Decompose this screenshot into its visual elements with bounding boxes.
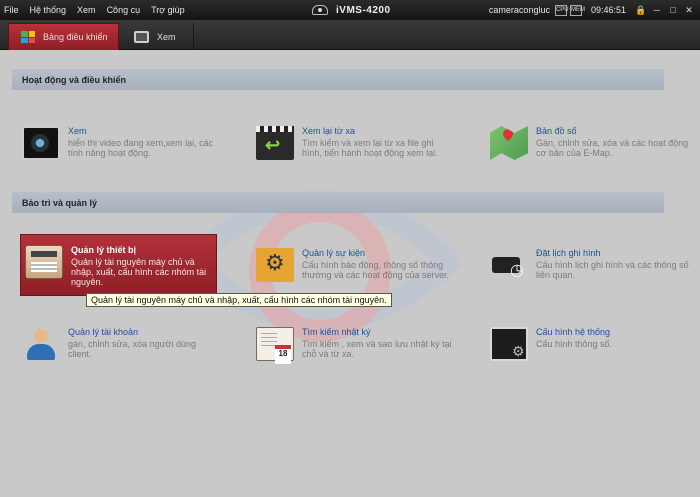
item-desc: Tìm kiếm , xem và sao lưu nhật ký tại ch… [302,339,452,359]
section-header-operation: Hoạt động và điều khiển [12,69,664,90]
camera-logo-icon [312,5,328,15]
tab-view[interactable]: Xem [122,23,194,50]
emap-icon [490,126,528,160]
event-management-icon [256,248,294,282]
menu-help[interactable]: Trợ giúp [151,5,185,15]
current-user: cameracongluc [488,5,550,15]
item-desc: Gán, chỉnh sửa, xóa và các hoạt động cơ … [536,138,689,158]
item-title: Tìm kiếm nhật ký [302,327,371,337]
item-title: Xem lại từ xa [302,126,356,136]
item-device-management[interactable]: Quản lý thiết bị Quản lý tài nguyên máy … [20,234,217,296]
cpu-status-icon: CPU [554,4,569,16]
item-remote-playback[interactable]: Xem lại từ xa Tìm kiếm và xem lại từ xa … [256,126,456,160]
item-desc: gán, chỉnh sửa, xóa người dùng client. [68,339,197,359]
item-desc: Cấu hình lịch ghi hình và các thông số l… [536,260,689,280]
tooltip: Quản lý tài nguyên máy chủ và nhập, xuất… [86,293,392,307]
item-event-management[interactable]: Quản lý sự kiện Cấu hình báo động, thông… [256,248,456,282]
playback-icon [256,126,294,160]
system-config-icon [490,327,528,361]
maximize-button[interactable]: □ [666,3,680,17]
app-title: iVMS-4200 [336,4,391,16]
log-search-icon [256,327,294,364]
memory-status-icon: MEM [569,4,585,16]
clock: 09:46:51 [590,5,626,15]
item-title: Xem [68,126,87,136]
minimize-button[interactable]: ─ [650,3,664,17]
live-view-icon [22,126,60,160]
item-title: Đặt lịch ghi hình [536,248,601,258]
status-area: cameracongluc CPU MEM 09:46:51 🔒 ─ □ ✕ [489,0,696,20]
dashboard-grid-icon [21,31,35,43]
item-title: Quản lý sự kiện [302,248,366,258]
item-live-view[interactable]: Xem hiển thị video đang xem,xem lại, các… [22,126,222,160]
item-desc: Cấu hình báo động, thông số thông thường… [302,260,450,280]
menu-tools[interactable]: Công cụ [107,5,141,15]
tab-label: Bảng điều khiển [43,32,108,42]
item-desc: Tìm kiếm và xem lại từ xa file ghi hình,… [302,138,438,158]
tab-control-panel[interactable]: Bảng điều khiển [8,23,119,50]
lock-icon[interactable]: 🔒 [634,3,648,17]
menu-system[interactable]: Hệ thống [30,5,67,15]
section-header-maintenance: Bảo trì và quản lý [12,192,664,213]
menu-file[interactable]: File [4,5,19,15]
app-brand: iVMS-4200 [312,0,391,20]
device-management-icon [25,245,63,279]
close-button[interactable]: ✕ [682,3,696,17]
record-schedule-icon [490,248,528,282]
item-title: Bản đồ số [536,126,577,136]
tab-label: Xem [157,31,176,42]
item-desc: hiển thị video đang xem,xem lại, các tín… [68,138,214,158]
item-account-management[interactable]: Quản lý tài khoản gán, chỉnh sửa, xóa ng… [22,327,222,361]
menu-view[interactable]: Xem [77,5,96,15]
item-desc: Quản lý tài nguyên máy chủ và nhập, xuất… [71,257,207,287]
item-title: Cấu hình hệ thống [536,327,611,337]
monitor-icon [134,30,149,43]
item-desc: Cấu hình thông số. [536,339,613,349]
control-panel: Hoạt động và điều khiển Xem hiển thị vid… [0,51,700,497]
item-record-schedule[interactable]: Đặt lịch ghi hình Cấu hình lịch ghi hình… [490,248,690,282]
item-title: Quản lý tài khoản [68,327,139,337]
item-title: Quản lý thiết bị [71,245,137,255]
tab-bar: Bảng điều khiển Xem [0,20,700,50]
account-management-icon [22,327,60,361]
title-bar: File Hệ thống Xem Công cụ Trợ giúp iVMS-… [0,0,700,20]
menu-bar: File Hệ thống Xem Công cụ Trợ giúp [4,0,196,20]
item-system-config[interactable]: Cấu hình hệ thống Cấu hình thông số. [490,327,690,361]
item-emap[interactable]: Bản đồ số Gán, chỉnh sửa, xóa và các hoạ… [490,126,690,160]
item-log-search[interactable]: Tìm kiếm nhật ký Tìm kiếm , xem và sao l… [256,327,456,364]
